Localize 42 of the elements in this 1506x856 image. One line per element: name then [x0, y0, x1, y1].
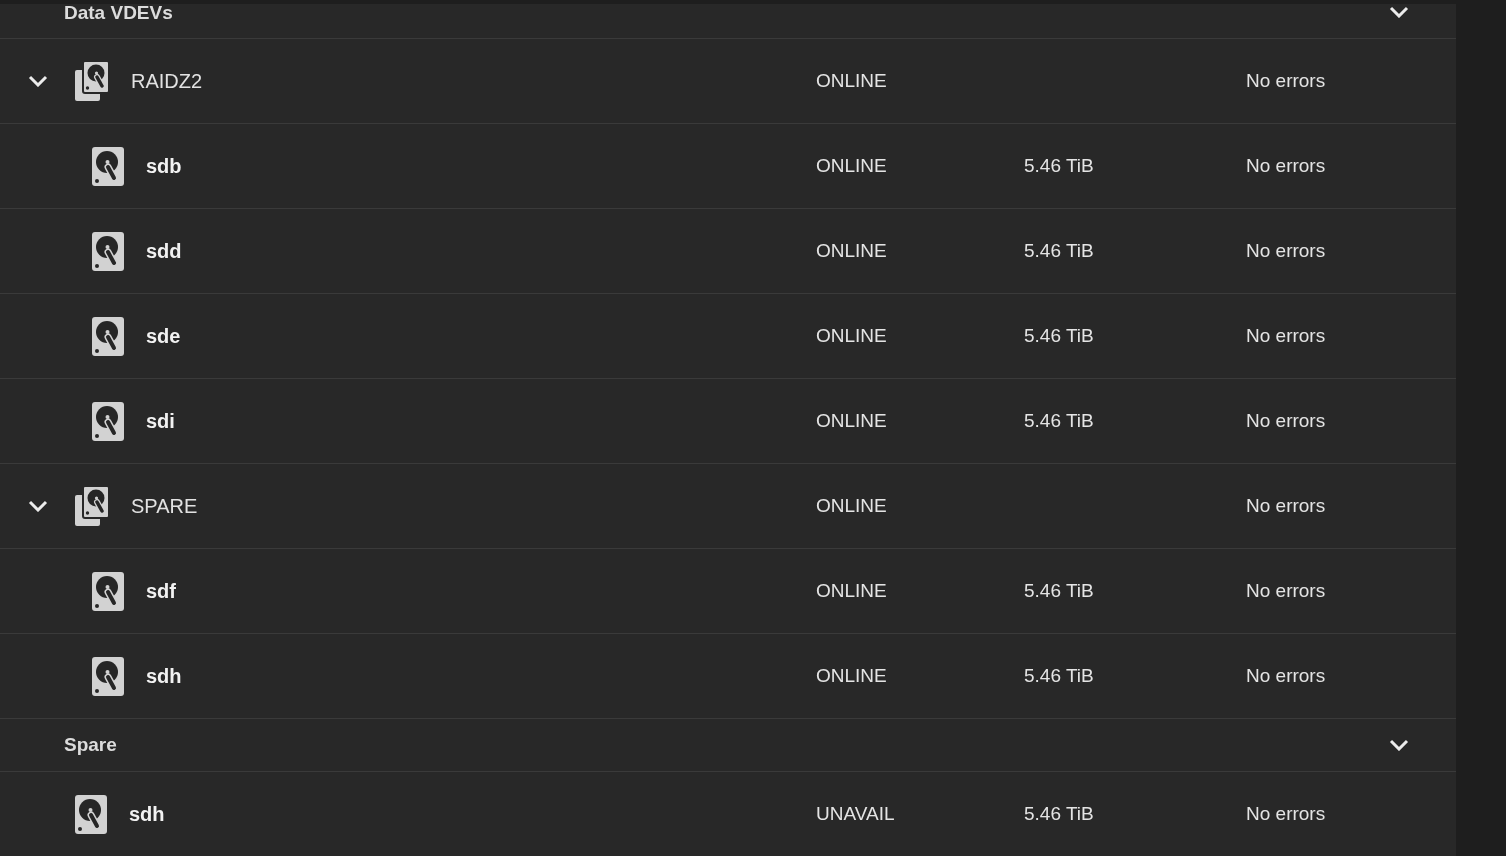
disk-name: sdi: [146, 409, 175, 433]
status-text: ONLINE: [816, 580, 887, 601]
size-text: 5.46 TiB: [1024, 665, 1094, 686]
errors-text: No errors: [1246, 155, 1326, 176]
stacked-disks-icon: [75, 61, 109, 101]
errors-text: No errors: [1246, 665, 1326, 686]
size-text: 5.46 TiB: [1024, 580, 1094, 601]
status-text: UNAVAIL: [816, 803, 895, 824]
errors-text: No errors: [1246, 803, 1326, 824]
section-title: Spare: [64, 735, 117, 755]
errors-text: No errors: [1246, 580, 1326, 601]
errors-text: No errors: [1246, 410, 1326, 431]
errors-text: No errors: [1246, 240, 1326, 261]
disk-name: sdd: [146, 239, 182, 263]
size-text: 5.46 TiB: [1024, 155, 1094, 176]
stacked-disks-icon: [75, 486, 109, 526]
status-text: ONLINE: [816, 410, 887, 431]
size-text: 5.46 TiB: [1024, 325, 1094, 346]
status-text: ONLINE: [816, 665, 887, 686]
disk-name: sdb: [146, 154, 182, 178]
disk-name: sdh: [146, 664, 182, 688]
chevron-down-icon[interactable]: [1389, 739, 1409, 751]
errors-text: No errors: [1246, 495, 1326, 516]
section-title: Data VDEVs: [64, 4, 173, 23]
size-text: 5.46 TiB: [1024, 410, 1094, 431]
vdev-name: RAIDZ2: [131, 69, 203, 93]
size-text: 5.46 TiB: [1024, 240, 1094, 261]
status-text: ONLINE: [816, 70, 887, 91]
status-text: ONLINE: [816, 155, 887, 176]
chevron-down-icon[interactable]: [28, 75, 48, 87]
disk-name: sdf: [146, 579, 176, 603]
chevron-down-icon[interactable]: [28, 500, 48, 512]
status-text: ONLINE: [816, 240, 887, 261]
disk-name: sdh: [129, 802, 165, 826]
errors-text: No errors: [1246, 70, 1326, 91]
chevron-down-icon[interactable]: [1389, 6, 1409, 18]
status-text: ONLINE: [816, 495, 887, 516]
vdev-name: SPARE: [131, 494, 198, 518]
status-text: ONLINE: [816, 325, 887, 346]
size-text: 5.46 TiB: [1024, 803, 1094, 824]
disk-name: sde: [146, 324, 181, 348]
errors-text: No errors: [1246, 325, 1326, 346]
